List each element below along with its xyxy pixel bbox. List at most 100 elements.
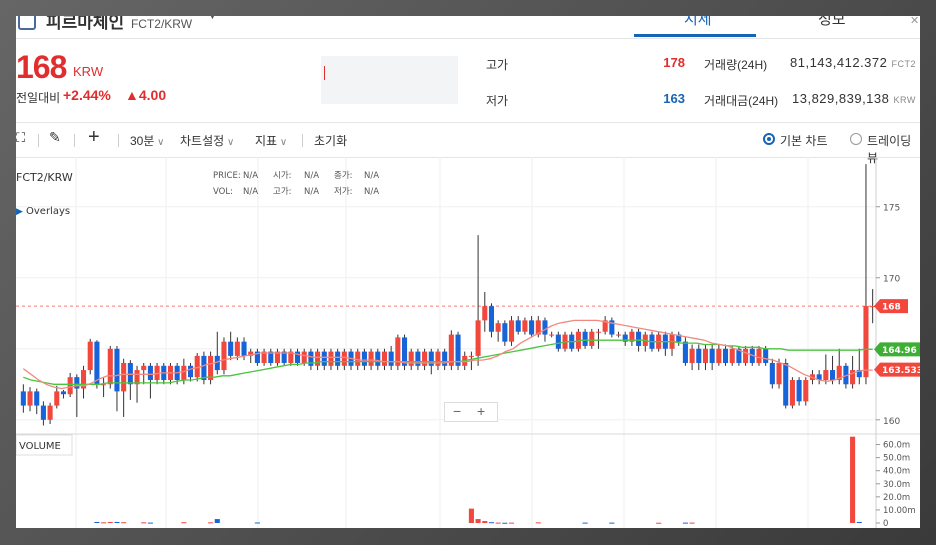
volume-bar — [147, 522, 153, 524]
candle-body — [829, 370, 836, 381]
change-label: 전일대비 — [16, 91, 61, 105]
indicators-label: 지표 — [255, 134, 278, 148]
current-price: 168 — [16, 49, 67, 85]
chart-area[interactable]: 17517016516060.0m50.0m40.0m30.0m20.0m10.… — [16, 157, 920, 528]
candle-body — [743, 348, 749, 363]
volume-unit: FCT2 — [891, 59, 916, 69]
candle-body — [54, 391, 60, 406]
high-field-value: N/A — [304, 187, 319, 197]
volume-panel-label: VOLUME — [19, 441, 61, 452]
candle-body — [555, 334, 561, 349]
candle-body — [141, 365, 147, 371]
candle-body — [47, 405, 53, 420]
volume-tick-label: 0 — [883, 519, 888, 528]
candle-body — [549, 334, 555, 336]
volume-bar — [535, 522, 541, 524]
candle-body — [147, 365, 153, 381]
fullscreen-icon[interactable]: ⛶ — [16, 130, 25, 146]
candle-body — [208, 355, 214, 381]
volume-bar — [495, 522, 501, 524]
candle-body — [636, 331, 642, 346]
volume-bar — [656, 522, 662, 524]
candle-body — [863, 306, 869, 378]
price-field-label: PRICE: — [213, 171, 241, 181]
candle-body — [729, 348, 735, 363]
volume-bar — [475, 519, 481, 523]
basic-chart-radio[interactable] — [763, 133, 775, 145]
volume-tick-label: 60.0m — [883, 441, 910, 451]
volume-value: 81,143,412.372 — [790, 55, 888, 70]
candle-body — [783, 362, 789, 406]
price-field-value: N/A — [243, 171, 258, 181]
chevron-down-icon[interactable]: ▼ — [207, 16, 218, 22]
indicators-menu[interactable]: 지표 ∨ — [255, 132, 287, 149]
candle-body — [508, 320, 515, 342]
candle-body — [796, 380, 802, 402]
change-percent: +2.44% — [63, 87, 111, 103]
price-unit: KRW — [73, 64, 104, 79]
candle-body — [74, 377, 80, 389]
crosshair-icon[interactable]: + — [88, 126, 100, 149]
high-field-label: 고가: — [273, 187, 292, 197]
divider — [118, 134, 119, 147]
candle-body — [428, 351, 434, 366]
candle-body — [756, 348, 762, 363]
volume-bars — [94, 436, 862, 524]
low-value: 163 — [663, 91, 685, 106]
reset-button[interactable]: 초기화 — [314, 132, 347, 149]
volume-bar — [856, 521, 862, 523]
volume-bar — [609, 522, 615, 524]
candle-body — [716, 348, 722, 363]
zoom-in-button[interactable]: + — [477, 403, 485, 419]
candle-body — [482, 306, 488, 321]
candle-body — [375, 351, 381, 366]
divider — [74, 134, 75, 147]
zoom-out-button[interactable]: − — [453, 403, 461, 419]
volume-bar — [502, 522, 508, 524]
mini-chart-tick — [324, 66, 325, 80]
pencil-icon[interactable]: ✎ — [49, 129, 61, 146]
overlays-toggle[interactable]: Overlays — [26, 206, 70, 217]
low-label: 저가 — [486, 94, 509, 108]
volume-bar — [101, 522, 107, 524]
basic-chart-label[interactable]: 기본 차트 — [780, 132, 828, 149]
interval-label: 30분 — [130, 134, 155, 148]
close-field-value: N/A — [364, 171, 379, 181]
price-tick-label: 170 — [883, 275, 900, 285]
candle-body — [388, 351, 394, 366]
candle-body — [529, 320, 535, 335]
overlays-arrow-icon[interactable]: ▶ — [16, 207, 23, 217]
volume-value-wrap: 81,143,412.372 FCT2 — [790, 55, 916, 70]
candle-body — [435, 351, 441, 366]
volume-tick-label: 50.0m — [883, 454, 910, 464]
low-field-label: 저가: — [334, 187, 353, 197]
candle-body — [241, 341, 247, 356]
candle-body — [94, 341, 100, 385]
candle-body — [228, 341, 234, 356]
tab-info[interactable]: 정보 — [818, 16, 846, 29]
candle-body — [234, 341, 240, 356]
candle-body — [442, 351, 448, 366]
candles-group — [20, 164, 876, 426]
chart-settings-menu[interactable]: 차트설정 ∨ — [180, 132, 234, 149]
close-icon[interactable]: ✕ — [910, 16, 920, 27]
volume-bar — [181, 522, 187, 524]
tab-quote[interactable]: 시세 — [684, 16, 712, 29]
close-field-label: 종가: — [334, 171, 353, 181]
candle-body — [187, 365, 194, 378]
header-bar: 피르마체인 FCT2/KRW ▼ 시세 정보 ✕ — [16, 16, 920, 39]
price-tick-label: 160 — [883, 417, 900, 427]
low-field-value: N/A — [364, 187, 379, 197]
price-tags: 168 164.96 163.533 — [874, 299, 920, 377]
candle-body — [201, 355, 207, 381]
tradingview-radio[interactable] — [850, 133, 862, 145]
interval-select[interactable]: 30분 ∨ — [130, 132, 165, 149]
coin-title[interactable]: 피르마체인 FCT2/KRW — [46, 16, 192, 33]
chart-grid — [16, 157, 876, 528]
candle-body — [328, 351, 334, 366]
candlestick-chart[interactable]: 17517016516060.0m50.0m40.0m30.0m20.0m10.… — [16, 157, 920, 528]
volume-bar — [682, 522, 688, 524]
candle-body — [475, 320, 481, 356]
coin-logo-icon — [18, 16, 36, 30]
volume-bar — [508, 522, 515, 524]
